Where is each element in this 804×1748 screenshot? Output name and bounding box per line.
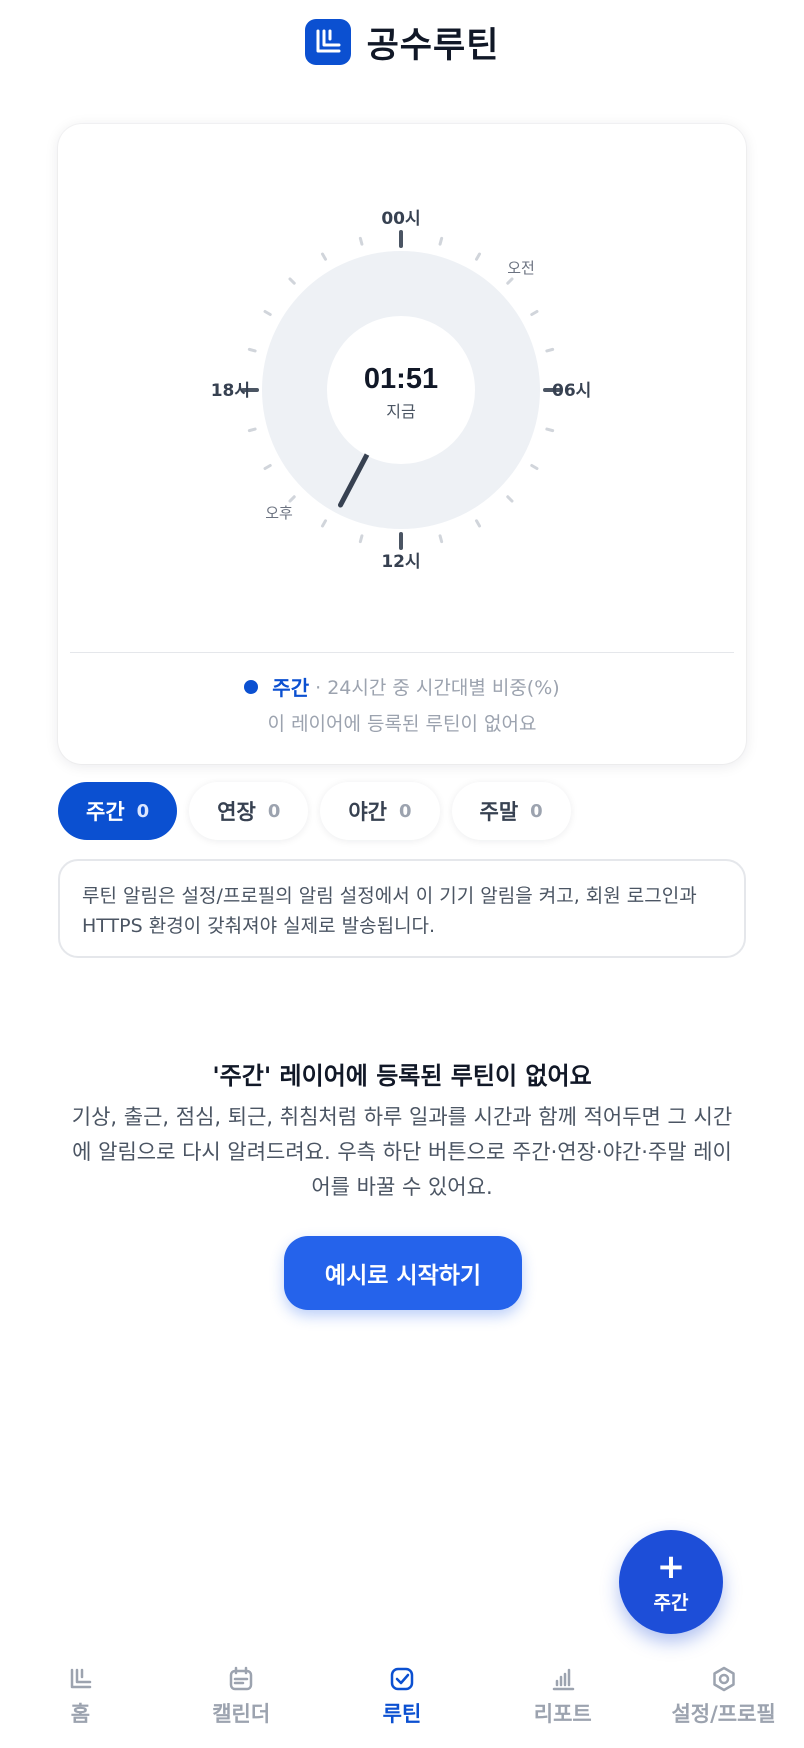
gear-icon xyxy=(712,1666,735,1692)
hour-label-12: 12시 xyxy=(381,552,420,572)
minor-tick xyxy=(247,427,257,433)
nav-label: 홈 xyxy=(70,1702,91,1726)
nav-label: 캘린더 xyxy=(212,1702,271,1726)
legend-layer-name: 주간 xyxy=(272,676,310,700)
empty-state-description: 기상, 출근, 점심, 퇴근, 취침처럼 하루 일과를 시간과 함께 적어두면 … xyxy=(71,1105,733,1199)
app-header: 공수루틴 xyxy=(0,0,804,84)
legend-dot xyxy=(244,679,259,694)
minor-tick xyxy=(358,236,364,246)
minor-tick xyxy=(263,310,272,316)
nav-label: 리포트 xyxy=(533,1702,592,1726)
nav-item-report[interactable]: 리포트 xyxy=(482,1652,643,1748)
minor-tick xyxy=(321,252,327,261)
plus-icon: + xyxy=(656,1546,686,1587)
minor-tick xyxy=(506,495,514,503)
minor-tick xyxy=(263,464,272,470)
hour-label-18: 18시 xyxy=(211,381,250,401)
hour-label-00: 00시 xyxy=(381,209,420,229)
tab-count: 0 xyxy=(398,800,412,822)
tab-count: 0 xyxy=(530,800,543,822)
tab-overtime[interactable]: 연장 0 xyxy=(189,782,309,840)
layer-legend: 주간 · 24시간 중 시간대별 비중(%) xyxy=(58,672,746,701)
nav-item-settings[interactable]: 설정/프로필 xyxy=(643,1652,804,1748)
clock-card: 01:51 지금 00시 06시 12시 18시 오전 오후 주간 · 24시간… xyxy=(58,124,746,764)
minor-tick xyxy=(545,427,555,433)
tab-daytime[interactable]: 주간 0 xyxy=(58,782,178,840)
minor-tick xyxy=(288,277,296,285)
empty-state-title: '주간' 레이어에 등록된 루틴이 없어요 xyxy=(212,1062,592,1090)
add-routine-fab[interactable]: + 주간 xyxy=(619,1530,723,1634)
card-divider xyxy=(70,652,734,653)
home-icon xyxy=(71,1668,92,1689)
nav-label: 설정/프로필 xyxy=(671,1702,776,1726)
notification-notice: 루틴 알림은 설정/프로필의 알림 설정에서 이 기기 알림을 켜고, 회원 로… xyxy=(58,859,746,958)
nav-item-routine[interactable]: 루틴 xyxy=(322,1652,483,1748)
tab-count: 0 xyxy=(267,800,281,822)
tab-label: 야간 xyxy=(348,800,387,824)
legend-description: · 24시간 중 시간대별 비중(%) xyxy=(315,677,560,699)
minor-tick xyxy=(506,277,514,285)
routine-icon xyxy=(390,1667,414,1691)
minor-tick xyxy=(530,464,539,470)
minor-tick xyxy=(545,347,555,353)
nav-label: 루틴 xyxy=(382,1702,422,1726)
bottom-nav: 홈 캘린더 루틴 리포트 설정/프로필 xyxy=(0,1652,804,1748)
minor-tick xyxy=(475,519,481,528)
minor-tick xyxy=(321,519,327,528)
nav-item-calendar[interactable]: 캘린더 xyxy=(161,1652,322,1748)
app-title: 공수루틴 xyxy=(366,25,500,66)
fab-layer-label: 주간 xyxy=(653,1591,689,1614)
tab-label: 주말 xyxy=(479,800,519,824)
minor-tick xyxy=(438,534,444,544)
routine-clock: 01:51 지금 00시 06시 12시 18시 오전 오후 xyxy=(211,209,592,572)
tab-label: 주간 xyxy=(86,800,125,824)
minor-tick xyxy=(438,236,444,246)
tab-night[interactable]: 야간 0 xyxy=(320,782,440,840)
start-with-example-button[interactable]: 예시로 시작하기 xyxy=(284,1236,522,1310)
current-time-label: 지금 xyxy=(386,402,415,421)
current-time: 01:51 xyxy=(364,363,438,395)
minor-tick xyxy=(530,310,539,316)
hour-label-06: 06시 xyxy=(552,381,591,401)
chart-icon xyxy=(552,1668,575,1691)
calendar-icon xyxy=(229,1666,253,1691)
tab-count: 0 xyxy=(136,800,150,822)
legend-empty-text: 이 레이어에 등록된 루틴이 없어요 xyxy=(267,713,537,735)
nav-item-home[interactable]: 홈 xyxy=(0,1652,161,1748)
am-label: 오전 xyxy=(507,259,535,277)
tab-label: 연장 xyxy=(217,800,256,824)
minor-tick xyxy=(247,347,257,353)
routine-logo-icon xyxy=(304,19,351,65)
minor-tick xyxy=(475,252,481,261)
minor-tick xyxy=(358,534,364,544)
pm-label: 오후 xyxy=(265,504,293,522)
layer-tabs: 주간 0 연장 0 야간 0 주말 0 xyxy=(58,782,571,840)
minor-tick xyxy=(288,495,296,503)
tab-weekend[interactable]: 주말 0 xyxy=(451,782,571,840)
